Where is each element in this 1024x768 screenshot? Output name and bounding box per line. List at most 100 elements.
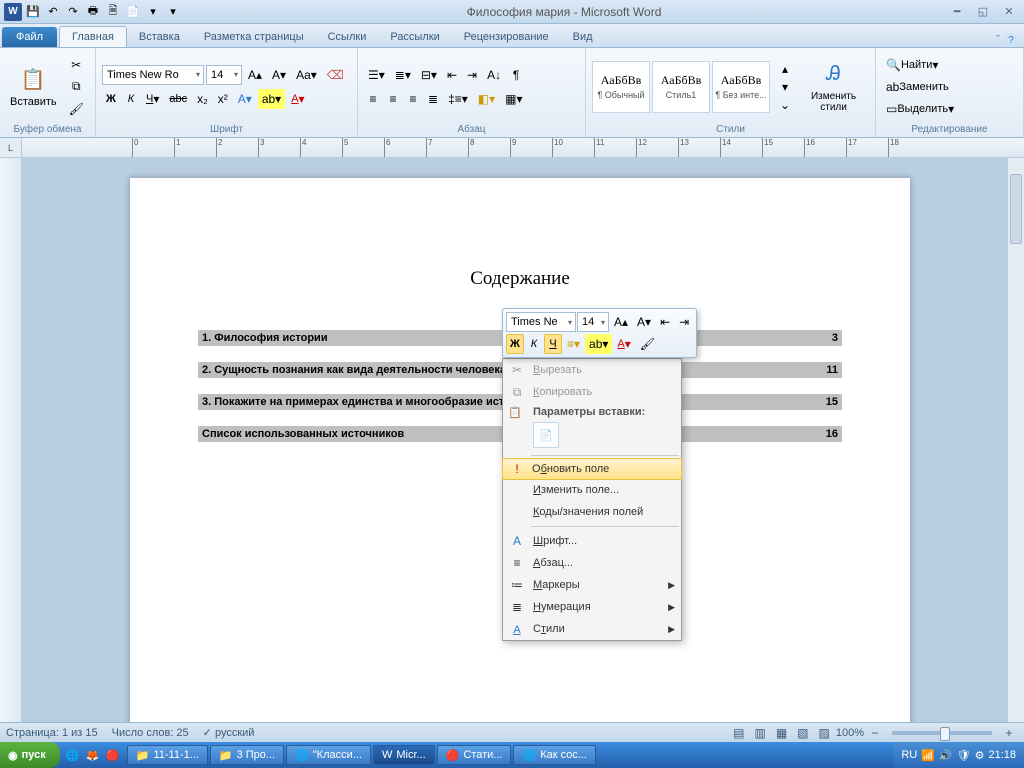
- bold-button[interactable]: Ж: [102, 89, 120, 109]
- style-row-down-icon[interactable]: ▾: [776, 79, 794, 95]
- ctx-numbering[interactable]: ≣Нумерация▶: [503, 596, 681, 618]
- style-gallery[interactable]: АаБбВв¶ Обычный АаБбВвСтиль1 АаБбВв¶ Без…: [592, 61, 770, 113]
- tray-icon-4[interactable]: ⚙: [975, 749, 985, 762]
- mini-font-combo[interactable]: Times Ne: [506, 312, 576, 332]
- ctx-update-field[interactable]: !Обновить поле: [502, 458, 682, 480]
- sort-icon[interactable]: A↓: [483, 65, 505, 85]
- ctx-cut[interactable]: ✂Вырезать: [503, 359, 681, 381]
- font-size-combo[interactable]: 14: [206, 65, 242, 85]
- paste-option-keep[interactable]: 📄: [533, 422, 559, 448]
- borders-icon[interactable]: ▦▾: [501, 89, 526, 109]
- change-styles-button[interactable]: Ꭿ Изменить стили: [798, 59, 869, 115]
- ctx-paragraph[interactable]: ≡Абзац...: [503, 552, 681, 574]
- copy-icon[interactable]: ⧉: [65, 77, 88, 97]
- qat-extra-icon[interactable]: ▾: [164, 3, 182, 21]
- mini-shrink-icon[interactable]: A▾: [633, 312, 655, 332]
- status-lang[interactable]: ✓ русский: [203, 726, 255, 739]
- font-family-combo[interactable]: Times New Ro: [102, 65, 204, 85]
- mini-underline[interactable]: Ч: [544, 334, 562, 354]
- tab-file[interactable]: Файл: [2, 27, 57, 47]
- highlight-icon[interactable]: ab▾: [258, 89, 285, 109]
- redo-icon[interactable]: ↷: [64, 3, 82, 21]
- bullets-icon[interactable]: ☰▾: [364, 65, 389, 85]
- maximize-button[interactable]: ◱: [972, 4, 994, 20]
- italic-button[interactable]: К: [122, 89, 140, 109]
- undo-icon[interactable]: ↶: [44, 3, 62, 21]
- inc-indent-icon[interactable]: ⇥: [463, 65, 481, 85]
- style-normal[interactable]: АаБбВв¶ Обычный: [592, 61, 650, 113]
- status-words[interactable]: Число слов: 25: [112, 727, 189, 739]
- view-print-icon[interactable]: ▤: [729, 723, 748, 743]
- minimize-button[interactable]: ━: [946, 4, 968, 20]
- underline-button[interactable]: Ч▾: [142, 89, 163, 109]
- format-painter-icon[interactable]: 🖌: [65, 99, 88, 119]
- subscript-button[interactable]: x₂: [193, 89, 212, 109]
- tray-icon-3[interactable]: 🛡: [957, 749, 971, 762]
- tab-review[interactable]: Рецензирование: [452, 27, 561, 47]
- doc-heading[interactable]: Содержание: [198, 268, 842, 290]
- font-color-icon[interactable]: A▾: [287, 89, 308, 109]
- tab-selector[interactable]: L: [0, 138, 22, 157]
- strike-button[interactable]: abc: [165, 89, 191, 109]
- tab-references[interactable]: Ссылки: [316, 27, 379, 47]
- task-5[interactable]: 🔴 Стати...: [437, 745, 512, 765]
- minimize-ribbon-icon[interactable]: ˇ: [996, 34, 1000, 46]
- tab-insert[interactable]: Вставка: [127, 27, 192, 47]
- tab-view[interactable]: Вид: [561, 27, 605, 47]
- align-left-icon[interactable]: ≡: [364, 89, 382, 109]
- tab-mailings[interactable]: Рассылки: [378, 27, 451, 47]
- mini-grow-icon[interactable]: A▴: [610, 312, 632, 332]
- new-icon[interactable]: 📄: [124, 3, 142, 21]
- style-style1[interactable]: АаБбВвСтиль1: [652, 61, 710, 113]
- ctx-toggle-codes[interactable]: Коды/значения полей: [503, 501, 681, 523]
- mini-align-icon[interactable]: ≡▾: [563, 334, 584, 354]
- select-button[interactable]: ▭ Выделить ▾: [882, 99, 970, 119]
- view-web-icon[interactable]: ▦: [772, 723, 791, 743]
- ctx-font[interactable]: AШрифт...: [503, 530, 681, 552]
- tray-clock[interactable]: 21:18: [988, 749, 1016, 761]
- ctx-bullets[interactable]: ≔Маркеры▶: [503, 574, 681, 596]
- replace-button[interactable]: ab Заменить: [882, 77, 970, 97]
- style-nospacing[interactable]: АаБбВв¶ Без инте...: [712, 61, 770, 113]
- ql-ff-icon[interactable]: 🦊: [84, 746, 102, 764]
- zoom-level[interactable]: 100%: [836, 727, 864, 739]
- numbering-icon[interactable]: ≣▾: [391, 65, 415, 85]
- mini-dec-indent-icon[interactable]: ⇤: [656, 312, 674, 332]
- mini-size-combo[interactable]: 14: [577, 312, 609, 332]
- view-draft-icon[interactable]: ▨: [815, 723, 834, 743]
- task-1[interactable]: 📁 11-11-1...: [127, 745, 208, 765]
- shrink-font-icon[interactable]: A▾: [268, 65, 290, 85]
- vertical-ruler[interactable]: [0, 158, 22, 722]
- justify-icon[interactable]: ≣: [424, 89, 442, 109]
- print-icon[interactable]: 🖶: [84, 3, 102, 21]
- scroll-thumb[interactable]: [1010, 174, 1022, 244]
- ctx-styles[interactable]: AСтили▶: [503, 618, 681, 640]
- align-center-icon[interactable]: ≡: [384, 89, 402, 109]
- show-marks-icon[interactable]: ¶: [507, 65, 525, 85]
- clear-format-icon[interactable]: ⌫: [323, 65, 348, 85]
- mini-inc-indent-icon[interactable]: ⇥: [675, 312, 693, 332]
- tray-icon-1[interactable]: 📶: [921, 749, 935, 762]
- ql-ie-icon[interactable]: 🌐: [64, 746, 82, 764]
- tray-icon-2[interactable]: 🔊: [939, 749, 953, 762]
- word-icon[interactable]: W: [4, 3, 22, 21]
- shading-icon[interactable]: ◧▾: [474, 89, 499, 109]
- task-2[interactable]: 📁 3 Про...: [210, 745, 284, 765]
- vertical-scrollbar[interactable]: [1007, 158, 1024, 722]
- tray-lang[interactable]: RU: [901, 749, 917, 761]
- find-button[interactable]: 🔍 Найти ▾: [882, 55, 970, 75]
- mini-bold[interactable]: Ж: [506, 334, 524, 354]
- zoom-out-icon[interactable]: −: [866, 723, 884, 743]
- zoom-slider[interactable]: [892, 731, 992, 735]
- help-icon[interactable]: ?: [1004, 33, 1018, 47]
- task-3[interactable]: 🌐 "Класси...: [286, 745, 371, 765]
- superscript-button[interactable]: x²: [214, 89, 232, 109]
- status-page[interactable]: Страница: 1 из 15: [6, 727, 98, 739]
- task-word[interactable]: W Micr...: [373, 745, 435, 765]
- horizontal-ruler[interactable]: 0123456789101112131415161718: [22, 138, 1024, 157]
- paste-button[interactable]: 📋 Вставить: [6, 64, 61, 110]
- align-right-icon[interactable]: ≡: [404, 89, 422, 109]
- dec-indent-icon[interactable]: ⇤: [443, 65, 461, 85]
- tab-layout[interactable]: Разметка страницы: [192, 27, 316, 47]
- mini-fontcolor-icon[interactable]: A▾: [613, 334, 634, 354]
